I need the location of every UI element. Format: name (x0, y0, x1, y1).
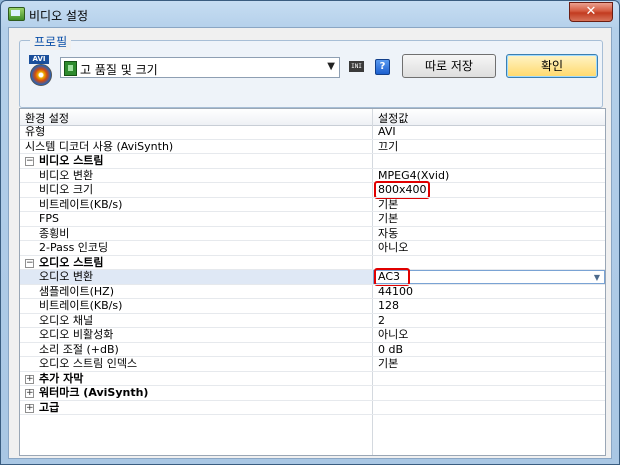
setting-name: 소리 조절 (+dB) (39, 342, 119, 356)
grid-row[interactable]: 소리 조절 (+dB) 0 dB (20, 342, 605, 357)
grid-category-row[interactable]: + 추가 자막 (20, 371, 605, 386)
avi-file-icon: AVI (28, 55, 54, 86)
profile-group-label: 프로필 (30, 33, 72, 50)
setting-name: 오디오 비활성화 (39, 328, 114, 341)
setting-value[interactable]: 아니오 (378, 328, 408, 342)
setting-name: FPS (39, 212, 59, 225)
profile-select[interactable]: 고 품질 및 크기 ▼ (60, 57, 340, 78)
grid-row[interactable]: 비디오 변환 MPEG4(Xvid) (20, 168, 605, 183)
setting-name: 워터마크 (AviSynth) (39, 386, 149, 399)
setting-value[interactable]: 기본 (378, 212, 398, 226)
setting-name: 2-Pass 인코딩 (39, 241, 109, 254)
setting-name: 오디오 변환 (39, 270, 94, 283)
save-as-button[interactable]: 따로 저장 (402, 54, 496, 78)
expand-icon[interactable]: + (25, 374, 34, 384)
film-icon (64, 61, 77, 76)
grid-row[interactable]: 2-Pass 인코딩 아니오 (20, 241, 605, 256)
expand-icon[interactable]: + (25, 389, 34, 398)
dialog-body: 프로필 AVI 고 품질 및 크기 ▼ INI ? 따로 저장 확인 환경 설정… (8, 27, 612, 459)
profile-group: 프로필 AVI 고 품질 및 크기 ▼ INI ? 따로 저장 확인 (19, 33, 603, 108)
grid-row[interactable]: 종횡비 자동 (20, 226, 605, 241)
expand-icon[interactable]: + (25, 403, 34, 413)
setting-value[interactable]: 아니오 (378, 241, 408, 255)
grid-row[interactable]: 오디오 비활성화 아니오 (20, 328, 605, 343)
setting-name: 비디오 변환 (39, 168, 94, 182)
avi-file-tag: AVI (29, 55, 49, 64)
setting-name: 비디오 스트림 (39, 154, 104, 167)
window-title: 비디오 설정 (29, 9, 89, 23)
grid-row[interactable]: 비디오 크기 800x400 (20, 181, 605, 199)
close-button[interactable]: ✕ (569, 2, 613, 22)
setting-value[interactable]: 2 (378, 314, 385, 328)
grid-header: 환경 설정 설정값 (20, 109, 605, 126)
grid-row[interactable]: FPS 기본 (20, 212, 605, 227)
grid-row[interactable]: 비트레이트(KB/s) 128 (20, 299, 605, 314)
grid-row[interactable]: 오디오 채널 2 (20, 313, 605, 328)
setting-value[interactable]: 기본 (378, 357, 398, 371)
setting-value[interactable]: AVI (378, 125, 396, 139)
grid-row[interactable]: 비트레이트(KB/s) 기본 (20, 197, 605, 212)
setting-name: 종횡비 (39, 226, 70, 240)
grid-category-row[interactable]: + 고급 (20, 400, 605, 415)
app-icon (8, 7, 25, 21)
setting-value[interactable]: 자동 (378, 227, 398, 241)
setting-value[interactable]: 기본 (378, 198, 398, 212)
setting-value[interactable]: 0 dB (378, 343, 403, 357)
setting-name: 고급 (39, 400, 60, 414)
setting-name: 오디오 채널 (39, 313, 94, 327)
chevron-down-icon[interactable]: ▼ (327, 61, 335, 72)
grid-row[interactable]: 오디오 스트림 인덱스 기본 (20, 357, 605, 372)
header-value: 설정값 (378, 112, 409, 125)
setting-name: 비트레이트(KB/s) (39, 197, 123, 211)
setting-name: 추가 자막 (39, 371, 84, 385)
collapse-icon[interactable]: − (25, 258, 34, 268)
video-settings-window: 비디오 설정 ✕ 프로필 AVI 고 품질 및 크기 ▼ INI ? 따로 저장… (0, 0, 620, 465)
grid-row[interactable]: 시스템 디코더 사용 (AviSynth) 끄기 (20, 139, 605, 154)
setting-name: 비트레이트(KB/s) (39, 299, 123, 312)
disc-icon (30, 64, 52, 86)
grid-category-row[interactable]: − 비디오 스트림 (20, 154, 605, 169)
grid-row[interactable]: 오디오 변환 ▼ AC3 (20, 268, 605, 286)
property-grid: 환경 설정 설정값 유형 AVI 시스템 디코더 사용 (AviSynth) 끄기 − 비… (19, 108, 606, 456)
setting-value[interactable]: 끄기 (378, 140, 398, 154)
profile-select-value: 고 품질 및 크기 (80, 63, 158, 77)
setting-name: 시스템 디코더 사용 (AviSynth) (25, 139, 174, 153)
setting-value[interactable]: 44100 (378, 285, 413, 299)
grid-row[interactable]: 샘플레이트(HZ) 44100 (20, 284, 605, 299)
chevron-down-icon[interactable]: ▼ (594, 271, 600, 284)
setting-value[interactable]: 128 (378, 299, 399, 313)
title-bar[interactable]: 비디오 설정 ✕ (1, 1, 619, 27)
help-icon[interactable]: ? (375, 59, 390, 75)
grid-row[interactable]: 유형 AVI (20, 125, 605, 140)
setting-name: 샘플레이트(HZ) (39, 284, 114, 298)
grid-category-row[interactable]: − 오디오 스트림 (20, 255, 605, 270)
setting-name: 비디오 크기 (39, 183, 94, 196)
setting-name: 오디오 스트림 인덱스 (39, 357, 138, 370)
collapse-icon[interactable]: − (25, 157, 34, 166)
setting-name: 유형 (25, 125, 46, 138)
ok-button[interactable]: 확인 (506, 54, 598, 78)
grid-category-row[interactable]: + 워터마크 (AviSynth) (20, 386, 605, 401)
ini-file-icon[interactable]: INI (349, 61, 364, 72)
row-divider (20, 414, 605, 415)
header-setting: 환경 설정 (25, 112, 69, 125)
setting-name: 오디오 스트림 (39, 255, 104, 269)
